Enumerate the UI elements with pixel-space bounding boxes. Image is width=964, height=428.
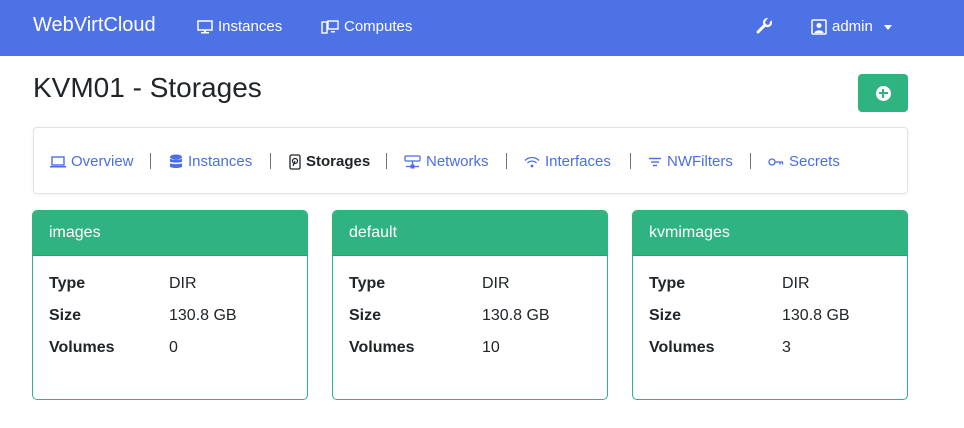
user-menu-dropdown[interactable]: admin [811,18,892,35]
wifi-icon [524,156,540,168]
hdd-icon [289,153,301,170]
user-icon [811,18,827,35]
tab-nwfilters[interactable]: NWFilters [648,153,733,170]
size-value: 130.8 GB [782,307,850,324]
storage-name-link[interactable]: images [49,224,101,241]
computer-icon [321,19,339,34]
page-title: KVM01 - Storages [33,72,262,103]
storage-card-header[interactable]: images [33,211,307,256]
volumes-value: 10 [482,339,500,356]
laptop-icon [50,155,66,168]
nav-instances-link[interactable]: Instances [197,18,282,35]
volumes-value: 0 [169,339,178,356]
volumes-label: Volumes [349,339,415,356]
type-label: Type [49,275,86,292]
tab-networks-label: Networks [426,153,489,170]
host-tabs-bar: Overview Instances Storages Networks Int… [33,127,908,194]
size-value: 130.8 GB [169,307,237,324]
storage-card-images: images Type DIR Size 130.8 GB Volumes 0 [32,210,308,400]
size-label: Size [349,307,382,324]
tab-networks[interactable]: Networks [404,153,489,170]
storage-card-kvmimages: kvmimages Type DIR Size 130.8 GB Volumes… [632,210,908,400]
nav-computes-label: Computes [344,18,413,35]
volumes-label: Volumes [649,339,715,356]
tab-instances-label: Instances [188,153,253,170]
network-icon [404,154,421,169]
size-label: Size [49,307,82,324]
tab-divider [270,153,271,169]
top-navbar: WebVirtCloud Instances Computes admin [0,0,964,56]
filter-icon [648,156,662,168]
tab-divider [750,153,751,169]
tab-divider [386,153,387,169]
key-icon [768,157,784,167]
type-label: Type [349,275,386,292]
type-value: DIR [169,275,197,292]
tab-overview-label: Overview [71,153,134,170]
user-name: admin [832,18,873,35]
size-value: 130.8 GB [482,307,550,324]
tab-divider [150,153,151,169]
nav-computes-link[interactable]: Computes [321,18,412,35]
settings-link[interactable] [755,17,773,35]
tab-overview[interactable]: Overview [50,153,134,170]
type-value: DIR [482,275,510,292]
wrench-icon [755,17,773,35]
brand-logo[interactable]: WebVirtCloud [33,14,156,37]
tab-divider [630,153,631,169]
type-value: DIR [782,275,810,292]
tab-interfaces[interactable]: Interfaces [524,153,611,170]
chevron-down-icon [883,24,892,30]
storage-name-link[interactable]: default [349,224,397,241]
size-label: Size [649,307,682,324]
storage-card-default: default Type DIR Size 130.8 GB Volumes 1… [332,210,608,400]
tab-secrets[interactable]: Secrets [768,153,840,170]
tab-storages-label: Storages [306,153,371,170]
tab-interfaces-label: Interfaces [545,153,611,170]
add-storage-button[interactable] [858,74,908,112]
nav-instances-label: Instances [218,18,283,35]
tab-storages[interactable]: Storages [289,153,370,170]
database-icon [169,154,183,170]
tab-instances[interactable]: Instances [169,153,252,170]
plus-circle-icon [875,85,891,101]
storage-card-header[interactable]: default [333,211,607,256]
desktop-icon [197,19,213,34]
storage-card-header[interactable]: kvmimages [633,211,907,256]
tab-secrets-label: Secrets [789,153,840,170]
volumes-value: 3 [782,339,791,356]
storage-name-link[interactable]: kvmimages [649,224,730,241]
volumes-label: Volumes [49,339,115,356]
tab-nwfilters-label: NWFilters [667,153,733,170]
tab-divider [506,153,507,169]
type-label: Type [649,275,686,292]
